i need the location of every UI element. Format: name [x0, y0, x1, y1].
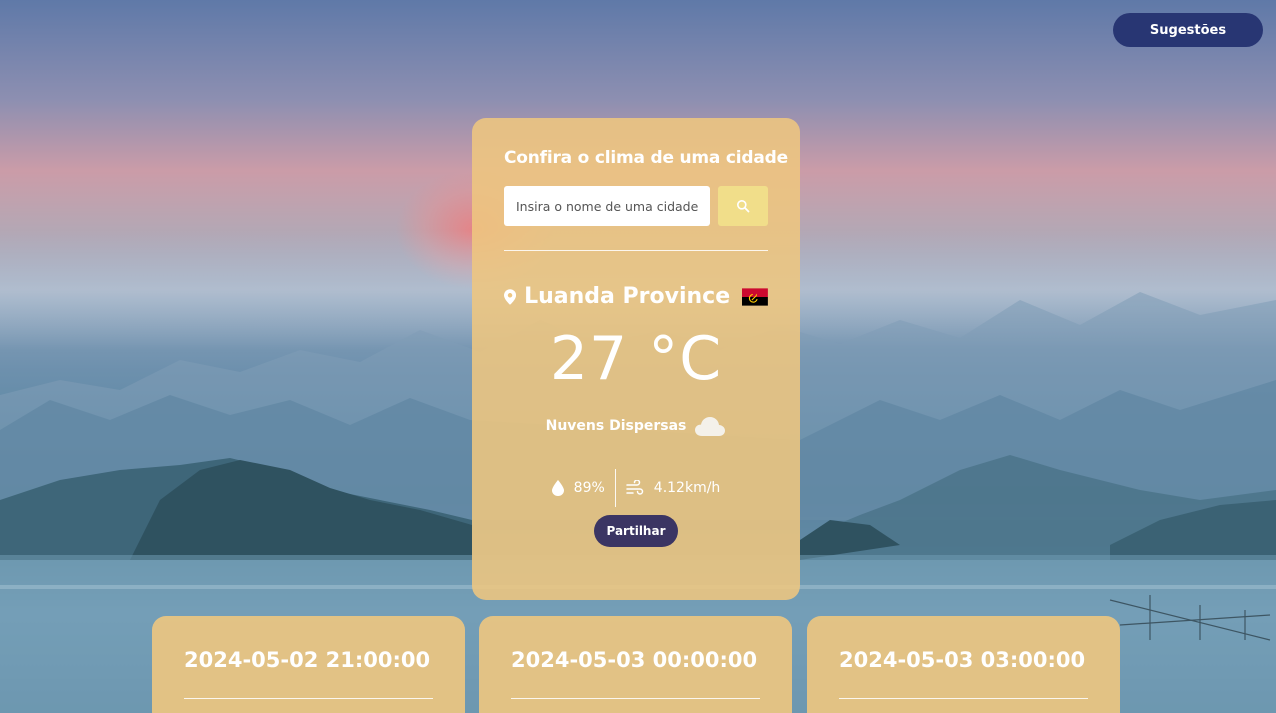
city-name: Luanda Province — [524, 284, 731, 309]
forecast-card: 2024-05-02 21:00:00 — [152, 616, 465, 713]
description-row: Nuvens Dispersas — [504, 415, 768, 437]
weather-card: Confira o clima de uma cidade Luanda Pro… — [472, 118, 800, 600]
forecast-divider — [839, 698, 1088, 699]
search-icon — [737, 200, 750, 213]
city-search-input[interactable] — [504, 186, 710, 226]
share-button[interactable]: Partilhar — [594, 515, 678, 547]
forecast-divider — [511, 698, 760, 699]
cloud-icon — [695, 417, 726, 436]
humidity-value: 89% — [573, 480, 605, 496]
suggestions-button[interactable]: Sugestões — [1113, 13, 1263, 47]
wind-icon — [626, 480, 644, 495]
forecast-card: 2024-05-03 00:00:00 — [479, 616, 792, 713]
forecast-divider — [184, 698, 433, 699]
wind-value: 4.12km/h — [653, 480, 721, 496]
wind-detail: 4.12km/h — [616, 480, 731, 496]
search-row — [504, 186, 768, 226]
search-button[interactable] — [718, 186, 768, 226]
map-pin-icon — [504, 288, 517, 305]
forecast-card: 2024-05-03 03:00:00 — [807, 616, 1120, 713]
forecast-date: 2024-05-03 00:00:00 — [511, 648, 758, 672]
water-drop-icon — [551, 480, 564, 496]
location-row: Luanda Province — [504, 284, 768, 309]
card-divider — [504, 250, 768, 251]
card-title: Confira o clima de uma cidade — [504, 148, 788, 168]
forecast-date: 2024-05-03 03:00:00 — [839, 648, 1086, 672]
humidity-detail: 89% — [542, 480, 615, 496]
details-row: 89% 4.12km/h — [504, 469, 768, 507]
temperature: 27 °C — [549, 324, 723, 394]
weather-description: Nuvens Dispersas — [545, 418, 687, 434]
angola-flag — [742, 287, 768, 306]
forecast-date: 2024-05-02 21:00:00 — [184, 648, 431, 672]
